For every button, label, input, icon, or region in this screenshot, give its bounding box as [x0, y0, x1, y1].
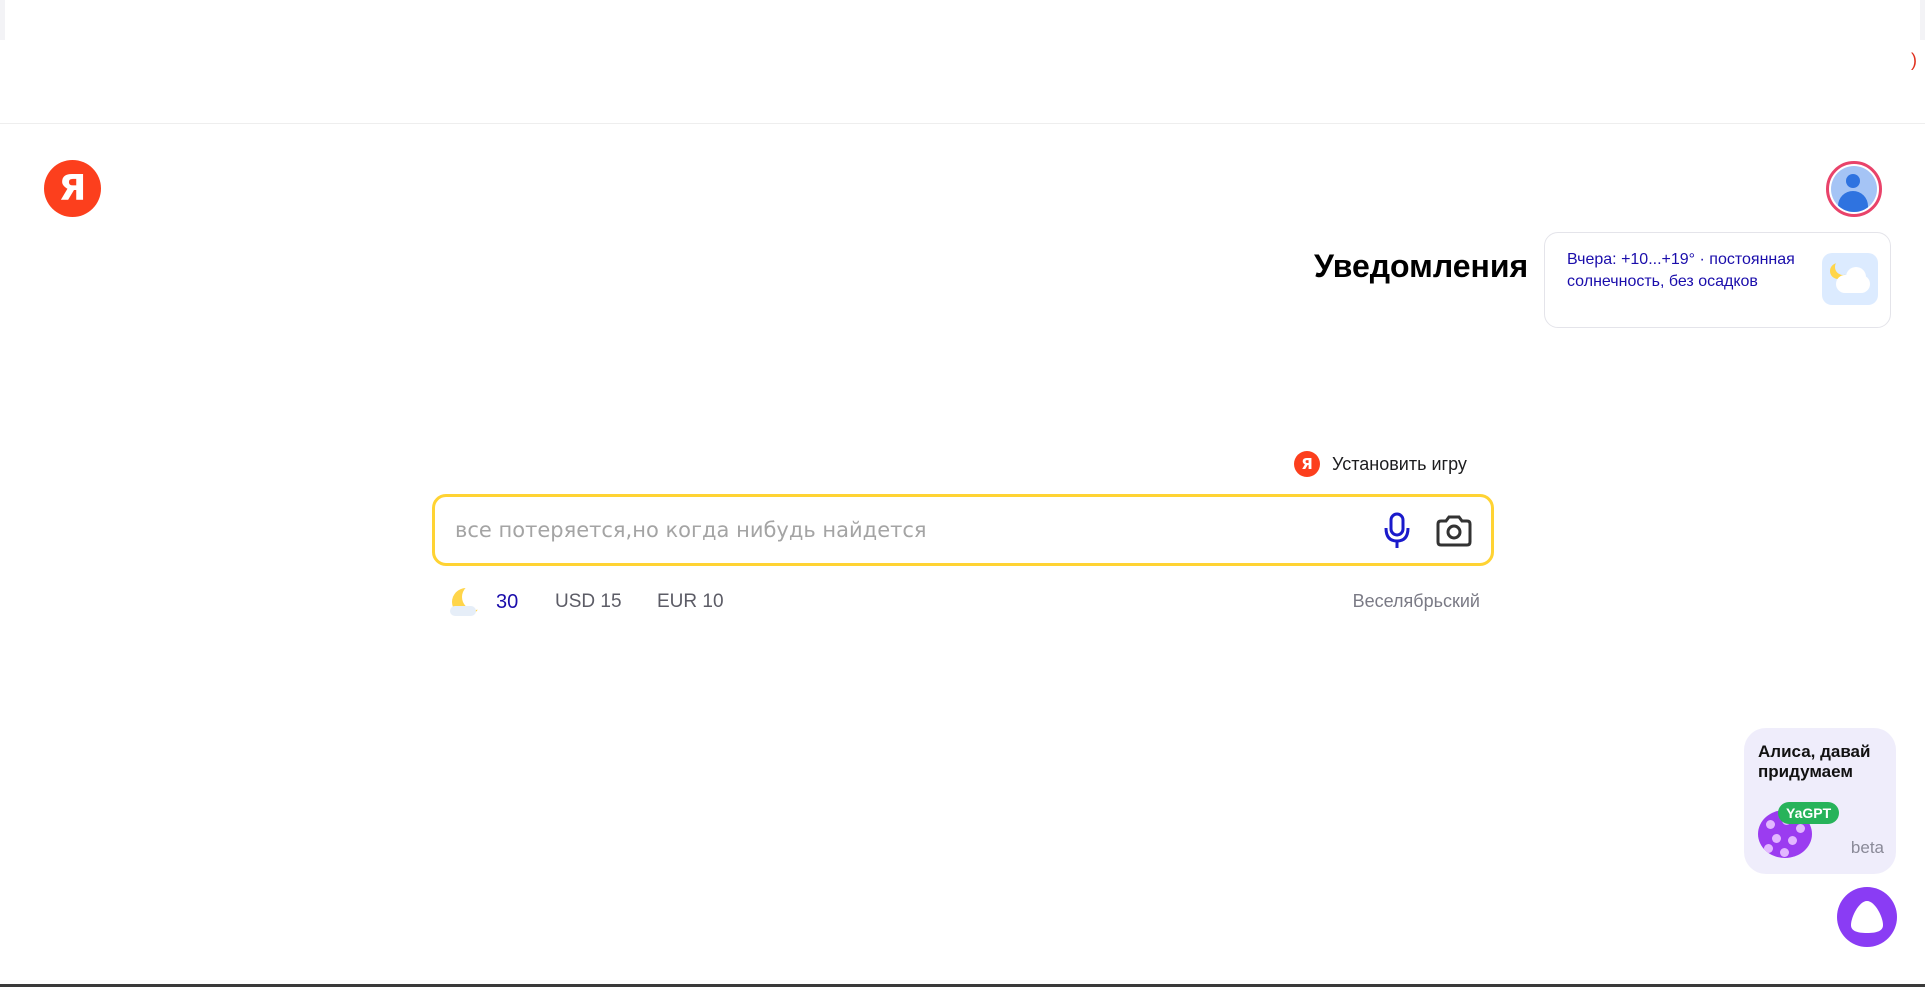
search-box [432, 494, 1494, 566]
weather-notification-card[interactable]: Вчера: +10...+19° · постоянная солнечнос… [1544, 232, 1891, 328]
blob-dot [1780, 848, 1789, 857]
alisa-icon [1851, 901, 1883, 933]
yandex-mini-icon: Я [1294, 451, 1320, 477]
notifications-title: Уведомления [1314, 248, 1529, 284]
user-icon-head [1846, 174, 1860, 188]
install-game-label: Установить игру [1332, 453, 1467, 474]
blob-dot [1764, 844, 1773, 853]
moon-icon [450, 584, 488, 620]
voice-search-button[interactable] [1375, 509, 1419, 553]
weather-summary: Вчера: +10...+19° · постоянная солнечнос… [1567, 251, 1795, 290]
search-input[interactable] [455, 511, 1335, 549]
edge-mark: ) [1911, 50, 1917, 70]
yandex-logo[interactable]: Я [44, 160, 101, 217]
blob-dot [1772, 834, 1781, 843]
blob-dot [1788, 836, 1797, 845]
cloud-shape [1836, 275, 1870, 293]
eur-rate[interactable]: EUR 10 [657, 591, 724, 613]
alisa-promo-card[interactable]: Алиса, давай придумаем YaGPT beta [1744, 728, 1896, 874]
header-band [0, 40, 1925, 124]
top-strip-inner [5, 0, 1920, 40]
weather-widget[interactable]: 30 [450, 584, 518, 620]
microphone-icon [1384, 512, 1410, 548]
image-search-button[interactable] [1431, 509, 1477, 553]
install-game-link[interactable]: Я Установить игру [1294, 450, 1467, 478]
alisa-button[interactable] [1837, 887, 1897, 947]
blob-dot [1796, 824, 1805, 833]
user-avatar[interactable] [1826, 161, 1882, 217]
weather-cloud-icon [1822, 253, 1878, 305]
blob-dot [1766, 820, 1775, 829]
camera-icon [1436, 515, 1472, 547]
top-strip [0, 0, 1925, 40]
yagpt-badge: YaGPT [1778, 802, 1840, 824]
temperature-value: 30 [496, 590, 519, 613]
beta-label: beta [1850, 838, 1884, 857]
user-icon-body [1838, 191, 1868, 212]
alisa-prompt: Алиса, давай придумаем [1758, 742, 1871, 781]
city-name[interactable]: Веселябрьский [1353, 591, 1480, 612]
moon-icon-cloud [450, 606, 476, 616]
info-row: 30 USD 15 EUR 10 Веселябрьский [450, 584, 1480, 620]
user-icon [1831, 166, 1877, 212]
usd-rate[interactable]: USD 15 [555, 591, 622, 613]
